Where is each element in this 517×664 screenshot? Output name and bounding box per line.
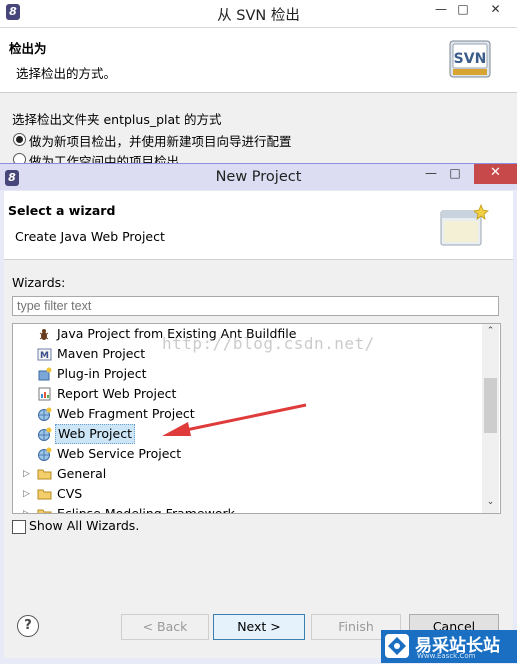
next-button[interactable]: Next > bbox=[213, 614, 305, 640]
svg-text:M: M bbox=[40, 351, 49, 361]
watermark-text: http://blog.csdn.net/ bbox=[162, 334, 375, 353]
svn-logo-icon: SVN bbox=[449, 39, 491, 81]
svn-maximize-button[interactable]: □ bbox=[452, 0, 474, 20]
site-logo-icon bbox=[385, 634, 409, 658]
wizard-header-description: Create Java Web Project bbox=[15, 229, 165, 244]
svn-option-label: 选择检出文件夹 entplus_plat 的方式 bbox=[12, 112, 222, 127]
tree-item-label: Eclipse Modeling Framework bbox=[57, 506, 235, 514]
new-project-close-button[interactable]: ✕ bbox=[474, 164, 517, 184]
svn-radio-new-project-label: 做为新项目检出，并使用新建项目向导进行配置 bbox=[29, 134, 292, 149]
new-project-minimize-button[interactable]: — bbox=[420, 164, 442, 184]
folder-icon bbox=[37, 487, 52, 501]
tree-item-label: Maven Project bbox=[57, 346, 146, 361]
folder-icon bbox=[37, 467, 52, 481]
tree-scroll-thumb[interactable] bbox=[484, 378, 497, 433]
folder-icon bbox=[37, 507, 52, 513]
site-url: Www.Easck.Com bbox=[417, 652, 476, 660]
svn-minimize-button[interactable]: — bbox=[430, 0, 452, 20]
svn-radio-workspace-label: 做为工作空间中的项目检出 bbox=[29, 154, 180, 163]
annotation-arrow-icon bbox=[162, 403, 307, 436]
maven-icon: M bbox=[37, 347, 52, 361]
svn-header-description: 选择检出的方式。 bbox=[16, 66, 117, 81]
plugin-icon bbox=[37, 367, 52, 381]
tree-item-label: Plug-in Project bbox=[57, 366, 147, 381]
scroll-down-icon[interactable]: ⌄ bbox=[484, 497, 497, 509]
tree-item-label: General bbox=[57, 466, 107, 481]
svn-header-panel bbox=[0, 28, 517, 93]
scroll-up-icon[interactable]: ⌃ bbox=[484, 326, 497, 338]
site-watermark-badge: 易采站长站 Www.Easck.Com bbox=[381, 630, 517, 663]
tree-item-label: Web Service Project bbox=[57, 446, 182, 461]
ant-icon bbox=[37, 327, 52, 341]
new-project-header-panel bbox=[4, 191, 513, 260]
svn-logo-text: SVN bbox=[454, 51, 487, 67]
report-icon bbox=[37, 387, 52, 401]
expand-arrow-icon[interactable]: ▷ bbox=[23, 504, 30, 513]
show-all-wizards-checkbox[interactable] bbox=[12, 520, 26, 534]
tree-item-label: Report Web Project bbox=[57, 386, 177, 401]
new-project-maximize-button[interactable]: □ bbox=[444, 164, 466, 184]
wizards-label: Wizards: bbox=[12, 275, 66, 290]
tree-item-label: Web Project bbox=[55, 424, 135, 444]
help-button[interactable]: ? bbox=[17, 615, 39, 637]
expand-arrow-icon[interactable]: ▷ bbox=[23, 464, 30, 484]
new-wizard-icon bbox=[438, 201, 490, 253]
expand-arrow-icon[interactable]: ▷ bbox=[23, 484, 30, 504]
svn-radio-new-project[interactable] bbox=[13, 133, 26, 146]
globe-icon bbox=[37, 407, 52, 421]
svn-header-title: 检出为 bbox=[9, 41, 47, 56]
wizard-header-title: Select a wizard bbox=[8, 203, 116, 218]
svn-close-button[interactable]: ✕ bbox=[474, 0, 517, 20]
tree-item-label: CVS bbox=[57, 486, 83, 501]
globe-icon bbox=[37, 427, 52, 441]
globe-icon bbox=[37, 447, 52, 461]
wizard-filter-input[interactable] bbox=[12, 296, 499, 316]
back-button[interactable]: < Back bbox=[121, 614, 209, 640]
show-all-wizards-label: Show All Wizards. bbox=[29, 518, 140, 533]
